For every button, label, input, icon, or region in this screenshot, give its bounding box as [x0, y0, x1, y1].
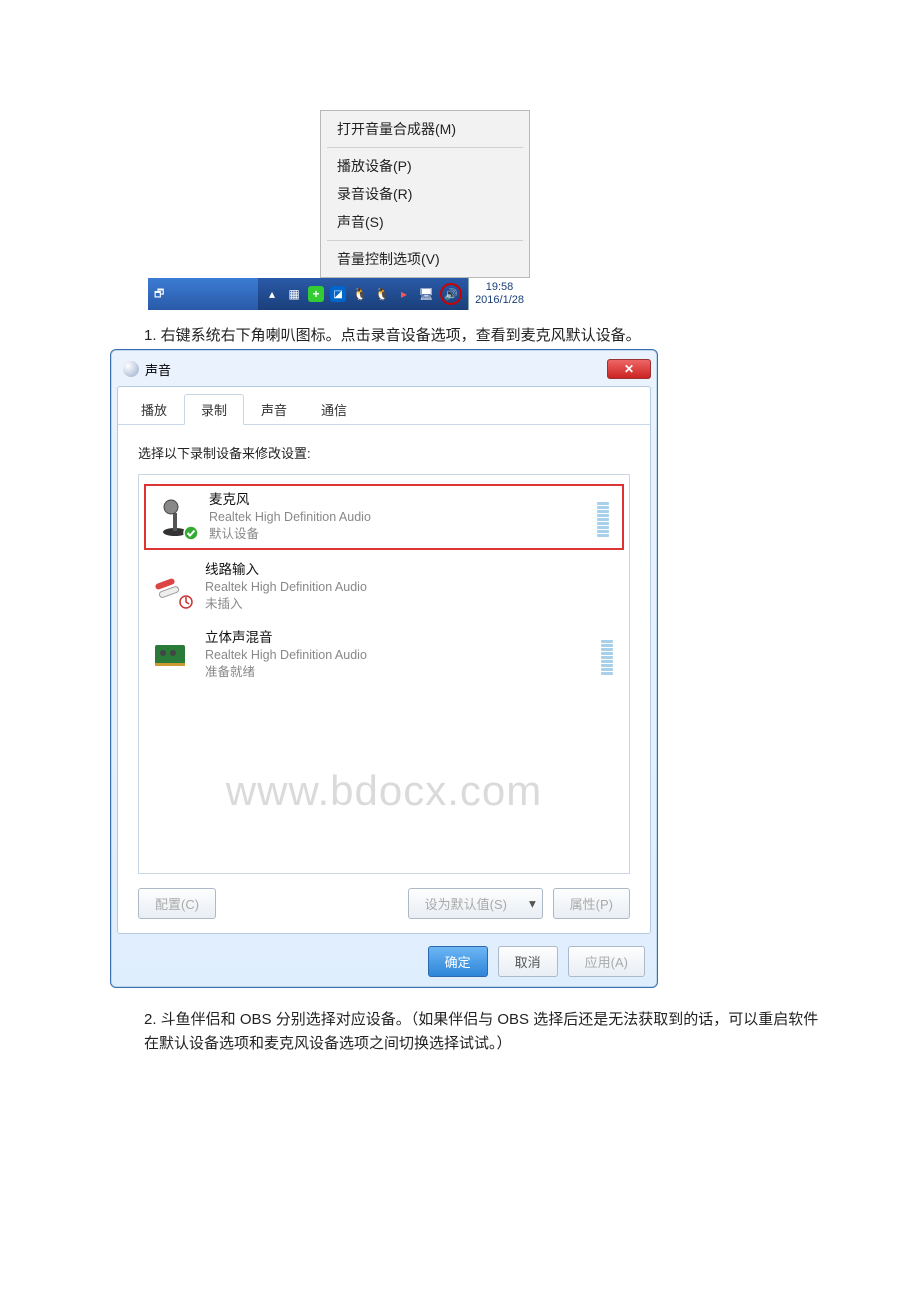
taskbar-screenshot: 打开音量合成器(M) 播放设备(P) 录音设备(R) 声音(S) 音量控制选项(… [148, 110, 530, 310]
titlebar: 声音 ✕ [117, 356, 651, 382]
device-stereo-mix[interactable]: 立体声混音 Realtek High Definition Audio 准备就绪 [139, 621, 629, 689]
device-list: www.bdocx.com [138, 474, 630, 874]
device-name: 立体声混音 [205, 629, 589, 647]
menu-item-playback[interactable]: 播放设备(P) [321, 152, 529, 180]
device-desc: Realtek High Definition Audio [205, 579, 619, 596]
tray-icon[interactable]: ▦ [286, 286, 302, 302]
tray-icon[interactable]: ▸ [396, 286, 412, 302]
tray-icon[interactable]: + [308, 286, 324, 302]
device-name: 麦克风 [209, 491, 585, 509]
level-meter [601, 635, 613, 675]
watermark: www.bdocx.com [138, 767, 630, 815]
taskbar: 🗗 ▴ ▦ + ◪ 🐧 🐧 ▸ 🖥 🔊 19:58 2016/1/28 [148, 278, 530, 310]
tray-icon[interactable]: ◪ [330, 286, 346, 302]
set-default-button[interactable]: 设为默认值(S) [408, 888, 524, 919]
speaker-icon-highlighted[interactable]: 🔊 [440, 283, 462, 305]
device-status: 准备就绪 [205, 664, 589, 681]
menu-item-recording[interactable]: 录音设备(R) [321, 180, 529, 208]
microphone-icon [153, 495, 197, 539]
menu-item-volume-options[interactable]: 音量控制选项(V) [321, 245, 529, 273]
configure-button[interactable]: 配置(C) [138, 888, 216, 919]
device-desc: Realtek High Definition Audio [205, 647, 589, 664]
instruction-2: 2. 斗鱼伴侣和 OBS 分别选择对应设备。（如果伴侣与 OBS 选择后还是无法… [144, 1008, 820, 1056]
dialog-title: 声音 [145, 360, 607, 379]
ok-button[interactable]: 确定 [428, 946, 488, 977]
clock-date: 2016/1/28 [475, 294, 524, 307]
tab-communications[interactable]: 通信 [304, 394, 364, 425]
clock[interactable]: 19:58 2016/1/28 [468, 278, 530, 310]
instruction-1: 1. 右键系统右下角喇叭图标。点击录音设备选项，查看到麦克风默认设备。 [144, 324, 820, 345]
device-line-in[interactable]: 线路输入 Realtek High Definition Audio 未插入 [139, 553, 629, 621]
sound-icon [123, 361, 139, 377]
line-in-icon [149, 565, 193, 609]
level-meter [597, 497, 609, 537]
tray-icon[interactable]: 🐧 [374, 286, 390, 302]
tab-recording[interactable]: 录制 [184, 394, 244, 425]
device-status: 未插入 [205, 596, 619, 613]
clock-time: 19:58 [475, 281, 524, 294]
cancel-button[interactable]: 取消 [498, 946, 558, 977]
menu-item-sounds[interactable]: 声音(S) [321, 208, 529, 236]
context-menu: 打开音量合成器(M) 播放设备(P) 录音设备(R) 声音(S) 音量控制选项(… [320, 110, 530, 278]
sound-dialog: 声音 ✕ 播放 录制 声音 通信 选择以下录制设备来修改设置: www.bdoc… [110, 349, 658, 988]
set-default-dropdown[interactable]: ▾ [523, 888, 543, 919]
tray-icon[interactable]: 🖥 [418, 286, 434, 302]
device-status: 默认设备 [209, 526, 585, 543]
device-desc: Realtek High Definition Audio [209, 509, 585, 526]
tab-playback[interactable]: 播放 [124, 394, 184, 425]
close-button[interactable]: ✕ [607, 359, 651, 379]
menu-item-mixer[interactable]: 打开音量合成器(M) [321, 115, 529, 143]
apply-button[interactable]: 应用(A) [568, 946, 645, 977]
system-tray: ▴ ▦ + ◪ 🐧 🐧 ▸ 🖥 🔊 [258, 283, 468, 305]
tab-sounds[interactable]: 声音 [244, 394, 304, 425]
panel-label: 选择以下录制设备来修改设置: [138, 443, 630, 462]
tab-bar: 播放 录制 声音 通信 [118, 387, 650, 425]
sound-card-icon [149, 633, 193, 677]
device-microphone[interactable]: 麦克风 Realtek High Definition Audio 默认设备 [143, 483, 625, 551]
tray-arrow-icon[interactable]: ▴ [264, 286, 280, 302]
tray-icon[interactable]: 🐧 [352, 286, 368, 302]
properties-button[interactable]: 属性(P) [553, 888, 630, 919]
device-name: 线路输入 [205, 561, 619, 579]
